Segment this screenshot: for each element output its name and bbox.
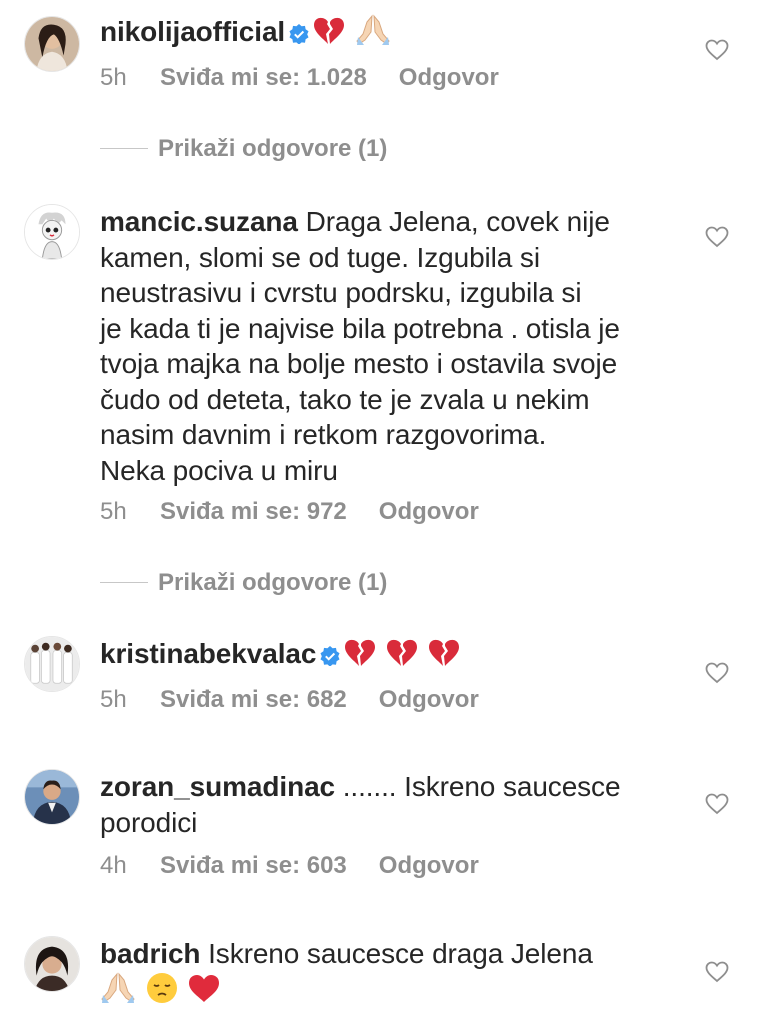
comment-line: badrich Iskreno saucesce draga Jelena [100,936,680,972]
timestamp: 5h [100,64,127,91]
avatar[interactable] [24,769,80,825]
comment-zoran-sumadinac: zoran_sumadinac ....... Iskreno saucesce… [0,755,769,895]
comment-text: kristinabekvalac [100,636,680,677]
timestamp: 4h [100,852,127,879]
show-replies-label[interactable]: Prikaži odgovore (1) [158,135,387,162]
comment-text-line: je kada ti je najvise bila potrebna . ot… [100,312,620,344]
comment-text: badrich Iskreno saucesce draga Jelena [100,936,680,1012]
divider-line [100,148,148,149]
likes-count[interactable]: Sviđa mi se: 603 [160,852,347,880]
comment-badrich: badrich Iskreno saucesce draga Jelena [0,922,769,1024]
reply-button[interactable]: Odgovor [399,64,499,92]
comment-text-line: Iskreno saucesce draga Jelena [200,938,593,969]
timestamp: 5h [100,686,127,713]
timestamp: 5h [100,498,127,525]
show-replies-button[interactable]: Prikaži odgovore (1) [100,135,387,163]
comment-text: nikolijaofficial [100,14,680,55]
likes-count[interactable]: Sviđa mi se: 972 [160,498,347,526]
likes-count[interactable]: Sviđa mi se: 1.028 [160,64,367,92]
username[interactable]: zoran_sumadinac [100,771,335,802]
comment-text-line: Neka pociva u miru [100,454,338,486]
broken-heart-emoji [313,16,345,55]
like-heart-icon[interactable] [705,39,729,61]
pensive-face-emoji [146,972,178,1013]
username[interactable]: badrich [100,938,201,969]
comment-text: mancic.suzana Draga Jelena, covek nije k… [100,204,680,488]
comment-kristinabekvalac: kristinabekvalac 5h Sviđa mi se: 682 Odgov… [0,620,769,730]
comment-meta: 4h Sviđa mi se: 603 Odgovor [100,852,479,880]
likes-count[interactable]: Sviđa mi se: 682 [160,686,347,714]
comment-mancic-suzana: mancic.suzana Draga Jelena, covek nije k… [0,190,769,550]
like-heart-icon[interactable] [705,662,729,684]
red-heart-emoji [188,974,220,1013]
comment-text-line: porodici [100,806,198,838]
comment-text-line: Draga Jelena, covek nije [297,206,610,237]
broken-heart-emoji [386,638,418,677]
reply-button[interactable]: Odgovor [379,686,479,714]
like-heart-icon[interactable] [705,226,729,248]
avatar[interactable] [24,204,80,260]
divider-line [100,582,148,583]
verified-badge-icon [289,17,309,53]
comment-text-line: kamen, slomi se od tuge. Izgubila si [100,241,540,273]
username[interactable]: kristinabekvalac [100,638,316,669]
reply-button[interactable]: Odgovor [379,498,479,526]
comment-text-line: nasim davnim i retkom razgovorima. [100,419,547,450]
comment-emoji-line [100,972,680,1013]
comment-nikolijaofficial: nikolijaofficial 5h Sviđa mi se: 1.028 Odg… [0,0,769,120]
avatar[interactable] [24,936,80,992]
folded-hands-emoji [100,972,136,1013]
comment-meta: 5h Sviđa mi se: 682 Odgovor [100,686,479,714]
show-replies-button[interactable]: Prikaži odgovore (1) [100,569,387,597]
avatar[interactable] [24,16,80,72]
comment-text-line: tvoja majka na bolje mesto i ostavila sv… [100,348,618,379]
comment-text-line: čudo od deteta, tako te je zvala u nekim [100,383,590,415]
like-heart-icon[interactable] [705,961,729,983]
comment-text: zoran_sumadinac ....... Iskreno saucesce… [100,769,680,840]
like-heart-icon[interactable] [705,793,729,815]
comment-meta: 5h Sviđa mi se: 972 Odgovor [100,498,479,526]
broken-heart-emoji [428,638,460,677]
comment-text-line: neustrasivu i cvrstu podrsku, izgubila s… [100,277,582,308]
comment-line: zoran_sumadinac ....... Iskreno saucesce [100,769,680,805]
username[interactable]: mancic.suzana [100,206,298,237]
username[interactable]: nikolijaofficial [100,16,285,47]
avatar[interactable] [24,636,80,692]
comment-meta: 5h Sviđa mi se: 1.028 Odgovor [100,64,499,92]
reply-button[interactable]: Odgovor [379,852,479,880]
verified-badge-icon [320,639,340,675]
folded-hands-emoji [355,14,391,55]
show-replies-label[interactable]: Prikaži odgovore (1) [158,569,387,596]
comment-text-line: ....... Iskreno saucesce [335,771,621,802]
comment-line: mancic.suzana Draga Jelena, covek nije [100,204,680,240]
broken-heart-emoji [344,638,376,677]
